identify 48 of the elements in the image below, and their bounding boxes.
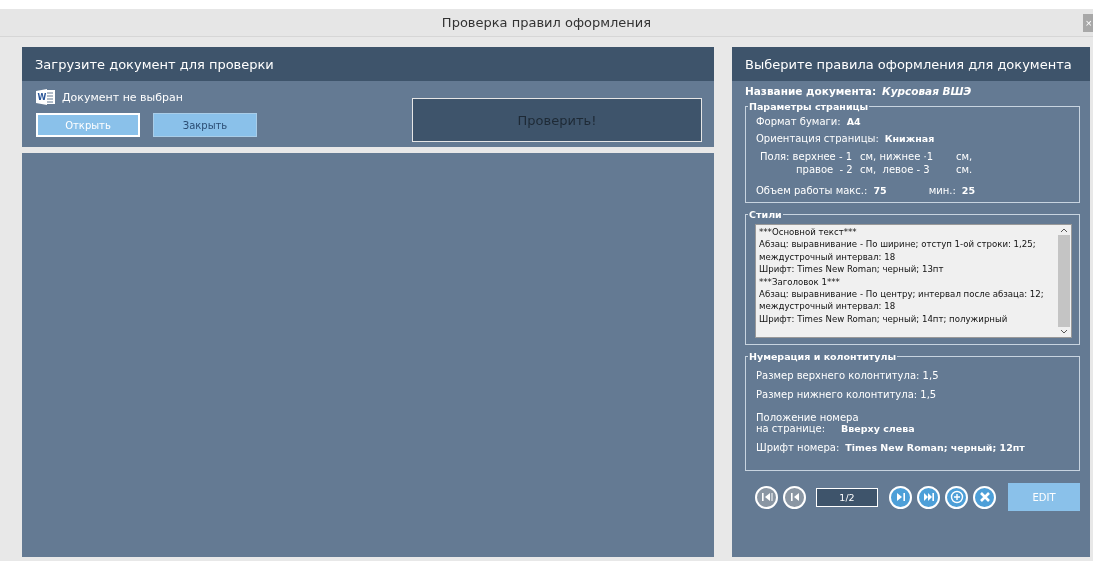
field-label: Объем работы макс.:: [756, 185, 868, 196]
field-value: 25: [961, 185, 975, 196]
action-button[interactable]: Открыть: [36, 113, 140, 137]
action-button[interactable]: Закрыть: [153, 113, 257, 137]
nav-button[interactable]: [889, 485, 912, 509]
field-text: Размер нижнего колонтитула: 1,5: [756, 389, 938, 400]
plus-icon: [948, 489, 965, 505]
field-text: Размер верхнего колонтитула: 1,5: [756, 370, 940, 381]
field-label: Формат бумаги:: [756, 116, 841, 127]
field-label: Ориентация страницы:: [756, 133, 879, 144]
margin-text: см, левое - 3: [860, 163, 931, 176]
margin-text: см.: [956, 163, 974, 176]
close-button[interactable]: ×: [1083, 14, 1093, 32]
group-title: Нумерация и колонтитулы: [748, 351, 898, 362]
style-line: Шрифт: Times New Roman; черный; 13пт: [759, 263, 945, 276]
scroll-up-icon[interactable]: [1060, 227, 1068, 233]
field-label: мин.:: [928, 185, 956, 196]
group-title: Стили: [748, 209, 783, 220]
margin-text: правое - 2: [796, 163, 854, 176]
document-name: Курсовая ВШЭ: [882, 85, 972, 97]
page-field[interactable]: 1/2: [816, 487, 878, 507]
field-value: A4: [846, 116, 861, 127]
field-value: Вверху слева: [841, 423, 915, 434]
field-label: Шрифт номера:: [756, 442, 840, 453]
nav-button[interactable]: [945, 485, 968, 509]
scroll-down-icon[interactable]: [1060, 329, 1068, 335]
margin-text: см, нижнее ·1: [860, 150, 934, 163]
margin-text: см,: [956, 150, 974, 163]
style-line: ***Заголовок 1***: [759, 275, 841, 289]
style-line: Шрифт: Times New Roman; черный; 14пт; полужирный: [759, 312, 1009, 326]
field-label: Название документа:: [745, 85, 877, 97]
field-value: Times New Roman; черный; 12пт: [845, 442, 1025, 453]
margin-text: Поля: верхнее - 1: [760, 150, 854, 163]
nav-button[interactable]: [917, 485, 940, 509]
field-value: 75: [873, 185, 887, 196]
field-value: Книжная: [884, 133, 935, 144]
style-line: Абзац: выравнивание - По ширине; отступ 1-ой строки: 1,25; междустрочный интервал: 18: [759, 238, 1037, 264]
style-line: ***Основной текст***: [759, 226, 858, 239]
nav-button[interactable]: [973, 485, 996, 509]
status-text: Документ не выбран: [62, 90, 183, 104]
window-title: Проверка правил оформления: [441, 15, 652, 30]
field-label: на странице:: [756, 423, 825, 434]
style-line: Абзац: выравнивание - По центру; интервал после абзаца: 12; междустрочный интервал: 18: [759, 288, 1045, 313]
panel-header: Загрузите документ для проверки: [22, 47, 714, 81]
styles-text-box[interactable]: [755, 224, 1072, 338]
field-label: Положение номера: [756, 412, 860, 423]
group-title: Параметры страницы: [748, 101, 870, 112]
panel-header: Выберите правила оформления для документа: [732, 47, 1090, 81]
